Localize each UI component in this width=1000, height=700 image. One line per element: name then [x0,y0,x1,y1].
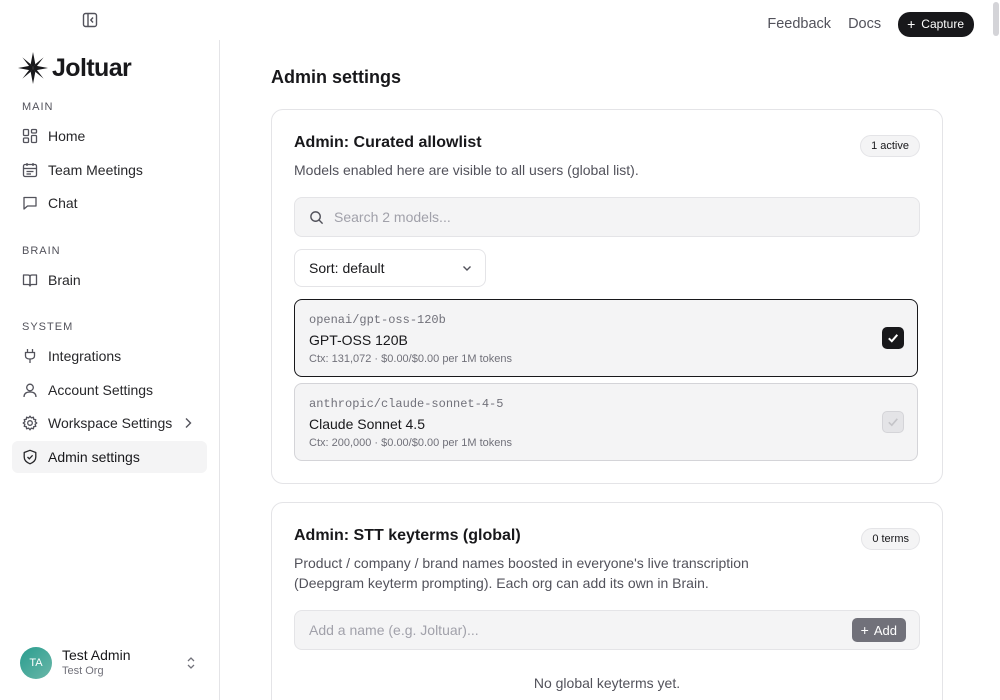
sidebar-item-label: Brain [48,272,81,288]
sidebar-item-label: Account Settings [48,382,154,398]
empty-state-text: No global keyterms yet. [533,675,681,691]
sidebar-item-home[interactable]: Home [12,120,207,152]
topbar-actions: Feedback Docs + Capture [767,11,974,37]
sidebar-item-label: Workspace Settings [48,415,173,431]
shield-check-icon [23,449,37,465]
plus-icon: + [907,16,916,32]
model-name: Claude Sonnet 4.5 [309,416,425,432]
keyterm-input-field[interactable]: + Add [294,610,920,650]
keyterm-input[interactable] [309,622,829,638]
grid-icon [22,128,38,144]
user-name: Test Admin [62,647,131,663]
page-scrollbar[interactable] [992,0,1000,700]
sidebar-collapse-icon[interactable] [82,12,98,28]
model-meta: Ctx: 200,000 · $0.00/$0.00 per 1M tokens [309,437,513,449]
allowlist-description: Models enabled here are visible to all u… [294,162,639,178]
model-row[interactable]: anthropic/claude-sonnet-4-5 Claude Sonne… [294,383,918,461]
sidebar: Joltuar MAIN Home Team Meetings Chat BRA… [0,40,220,700]
page-title: Admin settings [271,67,402,87]
section-label-system: SYSTEM [22,321,74,333]
capture-button[interactable]: + Capture [898,11,974,37]
sidebar-item-admin-settings[interactable]: Admin settings [12,441,207,473]
chat-bubble-icon [23,196,37,210]
sidebar-item-label: Integrations [48,348,122,364]
plug-icon [24,349,36,363]
search-input[interactable] [334,209,894,225]
search-icon [310,210,324,224]
model-enabled-checkbox[interactable] [882,411,904,433]
sidebar-item-chat[interactable]: Chat [12,187,207,219]
plus-icon: + [860,622,869,638]
model-meta: Ctx: 131,072 · $0.00/$0.00 per 1M tokens [309,353,513,365]
model-id: anthropic/claude-sonnet-4-5 [309,397,504,411]
keyterms-description-line2: (Deepgram keyterm prompting). Each org c… [294,575,709,591]
check-icon [888,418,898,427]
sort-select[interactable]: Sort: default [294,249,486,287]
section-label-main: MAIN [22,101,54,113]
model-row[interactable]: openai/gpt-oss-120b GPT-OSS 120B Ctx: 13… [294,299,918,377]
model-id: openai/gpt-oss-120b [309,313,446,327]
keyterms-title: Admin: STT keyterms (global) [294,527,521,544]
allowlist-title: Admin: Curated allowlist [294,134,482,151]
chevron-right-icon [185,418,192,428]
check-icon [888,334,899,343]
scrollbar-thumb[interactable] [993,2,999,36]
brand-logo[interactable]: Joltuar [16,50,132,86]
keyterms-description-line1: Product / company / brand names boosted … [294,555,749,571]
sidebar-item-account-settings[interactable]: Account Settings [12,374,207,406]
feedback-link[interactable]: Feedback [767,16,831,32]
gear-icon [22,415,38,431]
book-icon [22,274,38,287]
sidebar-item-label: Team Meetings [48,162,143,178]
status-badge: 1 active [860,135,920,157]
calendar-icon [22,163,38,178]
docs-link[interactable]: Docs [848,16,881,32]
user-info: Test Admin Test Org [62,647,130,679]
section-label-brain: BRAIN [22,245,61,257]
chevron-down-icon [463,266,471,271]
status-badge: 0 terms [861,528,920,550]
add-label: Add [873,622,897,638]
sidebar-item-workspace-settings[interactable]: Workspace Settings [12,407,207,439]
sort-label: Sort: default [309,260,385,276]
allowlist-card: Admin: Curated allowlist 1 active Models… [271,109,943,484]
sidebar-item-label: Chat [48,195,78,211]
model-search[interactable] [294,197,920,237]
user-icon [23,383,37,398]
avatar: TA [20,647,52,679]
sidebar-item-team-meetings[interactable]: Team Meetings [12,154,207,186]
chevrons-up-down-icon [187,657,195,669]
model-enabled-checkbox[interactable] [882,327,904,349]
sidebar-item-label: Home [48,128,86,144]
capture-label: Capture [921,17,964,31]
user-org: Test Org [62,665,104,677]
model-name: GPT-OSS 120B [309,332,408,348]
sidebar-item-integrations[interactable]: Integrations [12,340,207,372]
keyterms-card: Admin: STT keyterms (global) 0 terms Pro… [271,502,943,700]
logo-mark-icon [18,52,48,84]
add-keyterm-button[interactable]: + Add [851,618,906,642]
user-menu[interactable]: TA Test Admin Test Org [20,646,205,680]
brand-name: Joltuar [52,53,132,82]
sidebar-item-label: Admin settings [48,449,140,465]
sidebar-item-brain[interactable]: Brain [12,264,207,296]
